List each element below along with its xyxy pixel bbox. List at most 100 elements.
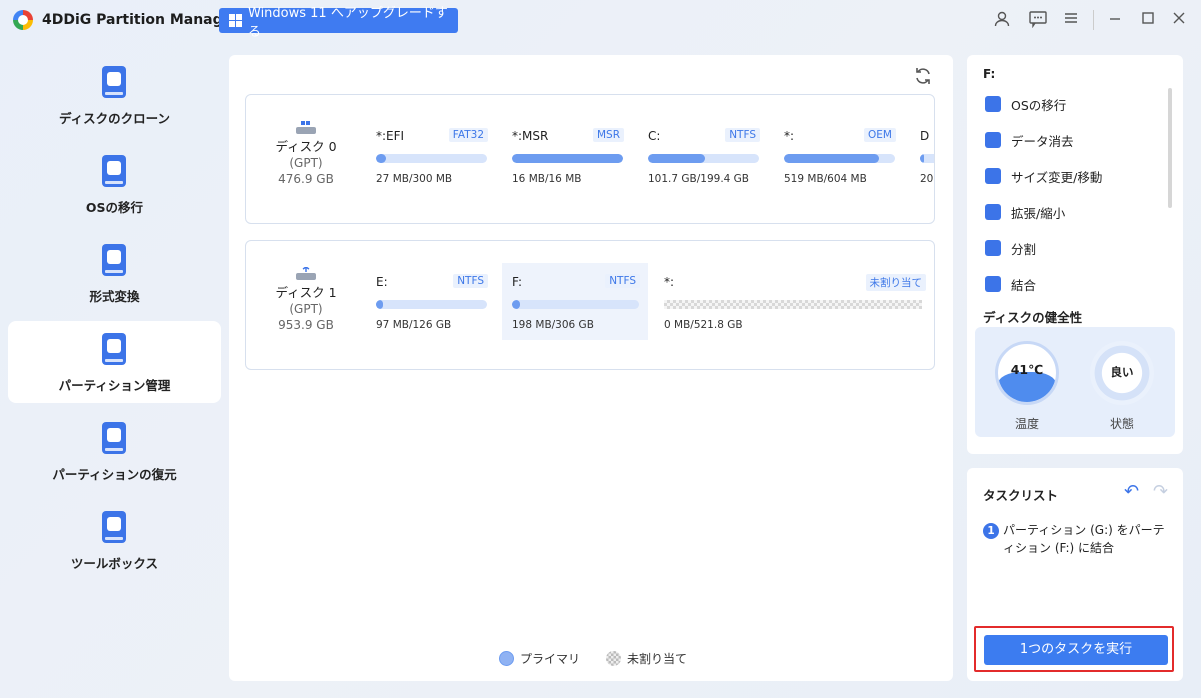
filesystem-badge: NTFS bbox=[725, 128, 760, 142]
disk-info: ディスク 1 (GPT) 953.9 GB bbox=[246, 267, 366, 333]
format-convert-icon bbox=[102, 244, 126, 276]
sidebar-item-label: ツールボックス bbox=[70, 556, 159, 571]
action-label: 結合 bbox=[1011, 277, 1037, 293]
menu-icon[interactable] bbox=[1060, 10, 1082, 32]
partition-block[interactable]: E: NTFS 97 MB/126 GB bbox=[366, 241, 496, 369]
maximize-icon[interactable] bbox=[1137, 10, 1159, 32]
sidebar-item-label: パーティションの復元 bbox=[52, 467, 177, 482]
temperature-value: 41℃ bbox=[1010, 362, 1044, 377]
temperature-label: 温度 bbox=[1014, 417, 1039, 431]
close-icon[interactable] bbox=[1168, 10, 1190, 32]
merge-icon bbox=[985, 276, 1001, 292]
upgrade-button[interactable]: Windows 11 へアップグレードする bbox=[219, 6, 458, 40]
disk-type: (GPT) bbox=[289, 302, 323, 316]
sidebar-item-label: パーティション管理 bbox=[58, 378, 171, 393]
legend: プライマリ 未割り当て bbox=[499, 650, 687, 667]
disk-0-card[interactable]: ディスク 0 (GPT) 476.9 GB *:EFI FAT32 27 MB/… bbox=[245, 94, 935, 224]
disk-info: ディスク 0 (GPT) 476.9 GB bbox=[246, 121, 366, 187]
status-label: 状態 bbox=[1109, 417, 1134, 431]
partition-block[interactable]: C: NTFS 101.7 GB/199.4 GB bbox=[638, 95, 768, 223]
disk-size: 953.9 GB bbox=[278, 318, 334, 332]
usage-text: 101.7 GB/199.4 GB bbox=[648, 173, 750, 185]
usage-text: 519 MB/604 MB bbox=[784, 173, 867, 185]
redo-icon[interactable]: ↷ bbox=[1153, 483, 1171, 501]
sidebar-item-partition-recovery[interactable]: パーティションの復元 bbox=[8, 410, 221, 492]
extend-shrink-icon bbox=[985, 204, 1001, 220]
eraser-icon bbox=[985, 132, 1001, 148]
partition-block[interactable]: *: OEM 519 MB/604 MB bbox=[774, 95, 904, 223]
action-resize-move[interactable]: サイズ変更/移動 bbox=[985, 166, 1102, 186]
disk-name: ディスク 1 bbox=[275, 285, 337, 300]
action-data-erase[interactable]: データ消去 bbox=[985, 130, 1074, 150]
partition-name: C: bbox=[648, 129, 661, 143]
filesystem-badge: NTFS bbox=[605, 274, 640, 288]
os-migration-icon bbox=[102, 155, 126, 187]
primary-swatch bbox=[499, 651, 514, 666]
filesystem-badge: MSR bbox=[592, 128, 624, 142]
sidebar-item-partition-management[interactable]: パーティション管理 bbox=[8, 321, 221, 403]
partition-name: D bbox=[920, 129, 930, 143]
action-extend-shrink[interactable]: 拡張/縮小 bbox=[985, 202, 1065, 222]
scrollbar[interactable] bbox=[1168, 88, 1172, 208]
sidebar-item-disk-clone[interactable]: ディスクのクローン bbox=[8, 54, 221, 136]
upgrade-label: Windows 11 へアップグレードする bbox=[248, 5, 448, 40]
sidebar-item-format-convert[interactable]: 形式変換 bbox=[8, 232, 221, 314]
usage-text: 0 MB/521.8 GB bbox=[664, 319, 743, 331]
partition-block[interactable]: *:MSR MSR 16 MB/16 MB bbox=[502, 95, 632, 223]
minimize-icon[interactable] bbox=[1104, 10, 1126, 32]
feedback-icon[interactable] bbox=[1027, 10, 1049, 32]
action-merge[interactable]: 結合 bbox=[985, 274, 1036, 294]
sidebar-item-label: ディスクのクローン bbox=[58, 111, 170, 126]
undo-icon[interactable]: ↶ bbox=[1124, 483, 1142, 501]
action-os-migrate[interactable]: OSの移行 bbox=[985, 94, 1066, 114]
account-icon[interactable] bbox=[991, 10, 1013, 32]
partition-block[interactable]: *:EFI FAT32 27 MB/300 MB bbox=[366, 95, 496, 223]
action-split[interactable]: 分割 bbox=[985, 238, 1036, 258]
sidebar-item-label: OSの移行 bbox=[85, 200, 144, 215]
disk-size: 476.9 GB bbox=[278, 172, 334, 186]
partition-recovery-icon bbox=[102, 422, 126, 454]
filesystem-badge: 未割り当て bbox=[865, 274, 926, 291]
partition-name: E: bbox=[376, 275, 388, 289]
resize-icon bbox=[985, 168, 1001, 184]
refresh-icon[interactable] bbox=[913, 66, 933, 86]
status-value: 良い bbox=[1110, 365, 1134, 379]
os-migrate-icon bbox=[985, 96, 1001, 112]
task-description: パーティション (G:) をパーティション (F:) に結合 bbox=[1003, 523, 1165, 555]
action-label: サイズ変更/移動 bbox=[1011, 169, 1103, 185]
disk-name: ディスク 0 bbox=[275, 139, 337, 154]
task-list-title: タスクリスト bbox=[983, 488, 1059, 503]
usage-text: 16 MB/16 MB bbox=[512, 173, 582, 185]
selected-partition-title: F: bbox=[983, 67, 996, 81]
partition-name: *:MSR bbox=[512, 129, 549, 143]
toolbox-icon bbox=[102, 511, 126, 543]
status-gauge: 良い bbox=[1090, 341, 1154, 405]
partition-management-icon bbox=[102, 333, 126, 365]
partition-block[interactable]: D 20. bbox=[910, 95, 934, 223]
sidebar-item-toolbox[interactable]: ツールボックス bbox=[8, 499, 221, 581]
partition-block-selected[interactable]: F: NTFS 198 MB/306 GB bbox=[502, 263, 648, 340]
execute-highlight-box: 1つのタスクを実行 bbox=[974, 626, 1174, 672]
hard-disk-icon bbox=[296, 121, 316, 134]
usage-bar bbox=[784, 154, 895, 163]
disk-type: (GPT) bbox=[289, 156, 323, 170]
title-bar-divider bbox=[1093, 10, 1094, 30]
sidebar-item-label: 形式変換 bbox=[89, 289, 140, 304]
partition-block[interactable]: *: 未割り当て 0 MB/521.8 GB bbox=[654, 241, 934, 369]
temperature-gauge: 41℃ bbox=[995, 341, 1059, 405]
legend-primary: プライマリ bbox=[499, 650, 580, 667]
disk-clone-icon bbox=[102, 66, 126, 98]
app-logo-icon bbox=[13, 10, 33, 30]
action-label: データ消去 bbox=[1011, 133, 1074, 149]
legend-label: 未割り当て bbox=[627, 652, 688, 666]
usage-text: 27 MB/300 MB bbox=[376, 173, 453, 185]
title-bar: 4DDiG Partition Manager Windows 11 へアップグ… bbox=[0, 0, 1201, 42]
filesystem-badge: OEM bbox=[864, 128, 896, 142]
execute-tasks-button[interactable]: 1つのタスクを実行 bbox=[984, 635, 1168, 665]
sidebar-item-os-migration[interactable]: OSの移行 bbox=[8, 143, 221, 225]
usb-disk-icon bbox=[296, 267, 316, 280]
partition-name: *:EFI bbox=[376, 129, 405, 143]
usage-bar bbox=[376, 300, 487, 309]
disk-1-card[interactable]: ディスク 1 (GPT) 953.9 GB E: NTFS 97 MB/126 … bbox=[245, 240, 935, 370]
filesystem-badge: NTFS bbox=[453, 274, 488, 288]
